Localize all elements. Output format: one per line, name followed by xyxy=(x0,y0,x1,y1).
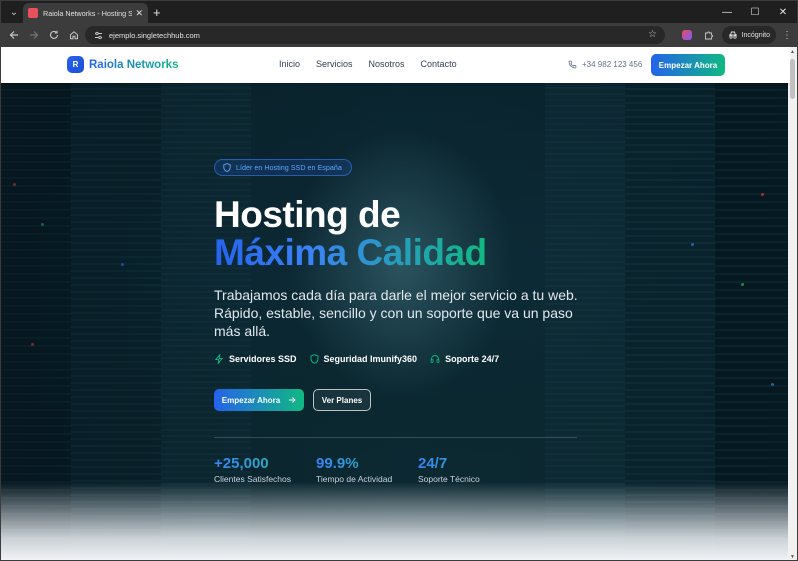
browser-window: ⌄ Raiola Networks - Hosting SSD ✕ + — ☐ … xyxy=(0,0,798,561)
hero-cta-label: Empezar Ahora xyxy=(221,395,281,405)
feature-security: Seguridad Imunify360 xyxy=(310,354,418,364)
scrollbar-thumb[interactable] xyxy=(790,59,795,99)
hero-stats: +25,000 Clientes Satisfechos 99.9% Tiemp… xyxy=(214,455,520,484)
incognito-label: Incógnito xyxy=(741,31,770,39)
hero-features: Servidores SSD Seguridad Imunify360 Sopo… xyxy=(214,354,499,364)
menu-item-inicio[interactable]: Inicio xyxy=(279,59,300,69)
feature-label: Servidores SSD xyxy=(229,354,297,364)
shield-icon xyxy=(223,163,231,172)
phone-icon xyxy=(568,60,577,69)
new-tab-button[interactable]: + xyxy=(153,5,161,20)
tab-search-icon[interactable]: ⌄ xyxy=(6,4,22,20)
phone-number: +34 982 123 456 xyxy=(582,60,643,69)
page-scrollbar[interactable]: ▲ ▼ xyxy=(788,47,797,560)
arrow-right-icon xyxy=(289,397,296,403)
hero-title-line1: Hosting de xyxy=(214,194,401,235)
stat-value: 24/7 xyxy=(418,455,503,472)
maximize-button[interactable]: ☐ xyxy=(741,1,769,23)
menu-item-contacto[interactable]: Contacto xyxy=(421,59,457,69)
reload-icon xyxy=(50,30,59,39)
stat-support: 24/7 Soporte Técnico xyxy=(418,455,503,484)
back-button[interactable] xyxy=(4,25,24,45)
tab-active[interactable]: Raiola Networks - Hosting SSD ✕ xyxy=(23,3,148,23)
browser-toolbar: ejemplo.singletechhub.com ☆ Incógnito ⋮ xyxy=(1,23,797,47)
incognito-icon xyxy=(728,31,737,39)
toolbar-right: Incógnito ⋮ xyxy=(678,23,797,47)
arrow-right-icon xyxy=(30,31,39,39)
tab-strip: ⌄ Raiola Networks - Hosting SSD ✕ + — ☐ … xyxy=(1,1,797,23)
url-text: ejemplo.singletechhub.com xyxy=(109,30,200,40)
favicon-icon xyxy=(28,8,38,18)
view-plans-button[interactable]: Ver Planes xyxy=(313,389,371,411)
close-window-button[interactable]: ✕ xyxy=(769,1,797,23)
extension-icon[interactable] xyxy=(678,26,696,44)
brand-logo: R xyxy=(67,56,84,73)
hero-divider xyxy=(214,437,577,438)
hero-badge-text: Líder en Hosting SSD en España xyxy=(236,163,342,172)
menu-item-servicios[interactable]: Servicios xyxy=(316,59,353,69)
feature-label: Soporte 24/7 xyxy=(445,354,500,364)
main-menu: Inicio Servicios Nosotros Contacto xyxy=(279,59,473,69)
hero-bottom-fade xyxy=(1,482,790,560)
site-info-icon[interactable] xyxy=(93,30,103,40)
arrow-left-icon xyxy=(9,31,18,39)
site-header: R Raiola Networks Inicio Servicios Nosot… xyxy=(1,47,790,83)
tab-title: Raiola Networks - Hosting SSD xyxy=(43,8,133,18)
home-icon xyxy=(70,31,78,40)
phone-link[interactable]: +34 982 123 456 xyxy=(568,60,642,69)
page-viewport: R Raiola Networks Inicio Servicios Nosot… xyxy=(1,47,790,560)
forward-button[interactable] xyxy=(24,25,44,45)
feature-ssd: Servidores SSD xyxy=(214,354,297,364)
brand-link[interactable]: R Raiola Networks xyxy=(67,56,178,73)
scroll-up-icon[interactable]: ▲ xyxy=(790,49,795,55)
stat-value: 99.9% xyxy=(316,455,401,472)
headset-icon xyxy=(430,355,440,363)
tab-close-icon[interactable]: ✕ xyxy=(135,8,143,19)
minimize-button[interactable]: — xyxy=(713,1,741,23)
nav-cta-button[interactable]: Empezar Ahora xyxy=(651,54,725,76)
home-button[interactable] xyxy=(64,25,84,45)
incognito-indicator[interactable]: Incógnito xyxy=(721,26,776,44)
stat-clients: +25,000 Clientes Satisfechos xyxy=(214,455,299,484)
hero-badge: Líder en Hosting SSD en España xyxy=(214,159,352,176)
feature-label: Seguridad Imunify360 xyxy=(323,354,418,364)
bookmark-star-icon[interactable]: ☆ xyxy=(648,29,657,40)
scroll-down-icon[interactable]: ▼ xyxy=(790,554,795,560)
reload-button[interactable] xyxy=(44,25,64,45)
hero-cta-button[interactable]: Empezar Ahora xyxy=(214,389,304,411)
hero-lead: Trabajamos cada día para darle el mejor … xyxy=(214,287,578,339)
bolt-icon xyxy=(214,354,224,364)
stat-value: +25,000 xyxy=(214,455,299,472)
window-controls: — ☐ ✕ xyxy=(713,1,797,23)
address-bar[interactable]: ejemplo.singletechhub.com ☆ xyxy=(85,26,665,44)
hero-section: Líder en Hosting SSD en España Hosting d… xyxy=(1,83,790,560)
more-menu-icon[interactable]: ⋮ xyxy=(780,30,794,41)
feature-support: Soporte 24/7 xyxy=(430,354,499,364)
stat-uptime: 99.9% Tiempo de Actividad xyxy=(316,455,401,484)
extensions-puzzle-icon[interactable] xyxy=(700,26,718,44)
shield-icon xyxy=(310,354,318,364)
hero-title-line2: Máxima Calidad xyxy=(214,232,487,273)
brand-name: Raiola Networks xyxy=(89,58,179,71)
menu-item-nosotros[interactable]: Nosotros xyxy=(369,59,405,69)
